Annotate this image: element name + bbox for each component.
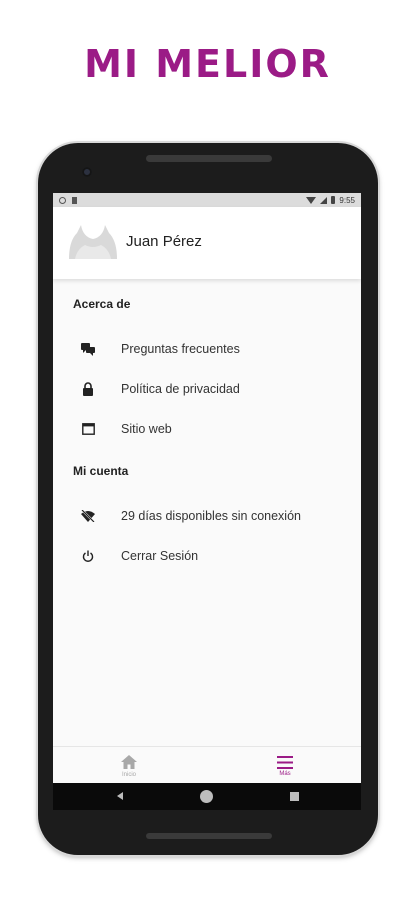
menu-item-privacy[interactable]: Política de privacidad (53, 369, 361, 409)
home-circle-icon[interactable] (200, 790, 213, 803)
nav-home[interactable]: Inicio (89, 749, 169, 783)
menu-icon (277, 755, 293, 769)
status-time: 9:55 (339, 195, 355, 205)
sd-card-icon (72, 196, 77, 204)
signal-icon (320, 196, 328, 204)
battery-icon (331, 196, 336, 204)
menu-item-label: Cerrar Sesión (121, 549, 199, 563)
profile-name: Juan Pérez (126, 233, 202, 250)
status-left (59, 196, 77, 204)
phone-camera (82, 167, 92, 177)
phone-speaker-bottom (146, 833, 272, 839)
phone-screen: 9:55 Juan Pérez Acerca de Preguntas frec… (53, 193, 361, 810)
status-bar: 9:55 (53, 193, 361, 207)
android-nav-bar (53, 783, 361, 810)
menu-item-label: Sitio web (121, 422, 172, 436)
web-window-icon (80, 421, 96, 437)
nav-label: Inicio (121, 772, 136, 778)
nav-label: Más (279, 770, 291, 777)
nav-more[interactable]: Más (245, 749, 325, 783)
phone-speaker (146, 155, 272, 162)
wifi-icon (306, 196, 317, 204)
wifi-off-icon (80, 508, 96, 524)
lock-icon (80, 381, 96, 397)
status-right: 9:55 (306, 196, 355, 205)
menu-item-label: Preguntas frecuentes (121, 342, 240, 356)
profile-header: Juan Pérez (53, 207, 361, 279)
recents-icon[interactable] (290, 792, 299, 801)
power-icon (80, 548, 96, 564)
avatar[interactable] (67, 223, 119, 259)
forum-icon (80, 341, 96, 357)
menu-item-faq[interactable]: Preguntas frecuentes (53, 329, 361, 369)
section-title: Mi cuenta (73, 464, 129, 478)
notification-icon (59, 196, 66, 204)
menu-item-label: Política de privacidad (121, 382, 240, 396)
menu-item-logout[interactable]: Cerrar Sesión (53, 536, 361, 576)
section-title: Acerca de (73, 297, 131, 311)
page-headline: MI MELIOR (84, 42, 331, 86)
menu-item-label: 29 días disponibles sin conexión (121, 509, 301, 523)
menu-item-offline-days[interactable]: 29 días disponibles sin conexión (53, 496, 361, 536)
bottom-nav: Inicio Más (53, 746, 361, 783)
back-icon[interactable] (117, 792, 123, 800)
menu-item-website[interactable]: Sitio web (53, 409, 361, 449)
home-icon (121, 755, 137, 769)
